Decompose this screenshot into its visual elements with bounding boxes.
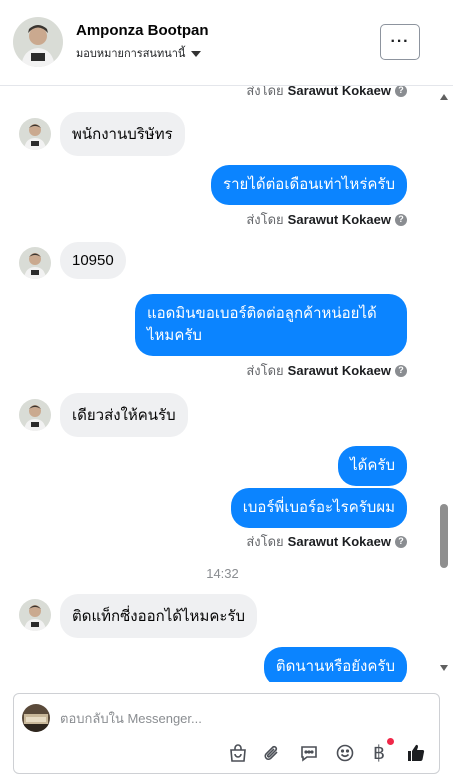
scrollbar-thumb[interactable] [440,504,448,568]
help-icon[interactable]: ? [395,213,407,226]
contact-avatar-small [19,399,51,431]
help-icon[interactable]: ? [395,364,407,377]
assign-conversation-label: มอบหมายการสนทนานี้ [76,48,186,60]
assign-conversation-dropdown[interactable]: มอบหมายการสนทนานี้ [76,44,202,62]
page-avatar [22,704,50,732]
sent-by-label: ส่งโดย Sarawut Kokaew ? [246,86,407,101]
contact-avatar[interactable] [13,17,63,67]
message-thread: ส่งโดย Sarawut Kokaew ? พนักงานบริษัทร ร… [0,86,453,682]
bag-icon[interactable] [227,742,249,764]
conversation-header: Amponza Bootpan มอบหมายการสนทนานี้ ··· [0,0,453,86]
outgoing-message[interactable]: เบอร์พี่เบอร์อะไรครับผม [230,488,407,528]
chat-bubble-icon[interactable] [298,742,320,764]
incoming-message[interactable]: เดียวส่งให้คนรับ [60,393,188,437]
incoming-message[interactable]: 10950 [60,242,126,279]
sent-by-label: ส่งโดย Sarawut Kokaew ? [246,360,407,381]
scroll-down-arrow-icon[interactable] [440,665,448,671]
help-icon[interactable]: ? [395,535,407,548]
scroll-up-arrow-icon[interactable] [440,94,448,100]
contact-name[interactable]: Amponza Bootpan [76,22,209,39]
baht-icon[interactable]: ฿ [368,742,390,764]
sent-by-label: ส่งโดย Sarawut Kokaew ? [246,531,407,552]
caret-down-icon [191,51,202,57]
outgoing-message[interactable]: ติดนานหรือยังครับ [263,647,407,682]
contact-avatar-small [19,118,51,150]
message-timestamp: 14:32 [206,566,239,581]
help-icon[interactable]: ? [395,86,407,97]
sent-by-label: ส่งโดย Sarawut Kokaew ? [246,209,407,230]
outgoing-message[interactable]: แอดมินขอเบอร์ติดต่อลูกค้าหน่อยได้ไหมครับ [135,294,407,356]
more-options-button[interactable]: ··· [380,24,420,60]
notification-dot [387,738,394,745]
reply-input[interactable] [60,706,420,730]
incoming-message[interactable]: พนักงานบริษัทร [60,112,185,156]
contact-avatar-small [19,247,51,279]
thumbs-up-icon[interactable] [405,742,427,764]
paperclip-icon[interactable] [261,742,283,764]
outgoing-message[interactable]: ได้ครับ [338,446,407,486]
incoming-message[interactable]: ติดแท็กซี่งออกได้ไหมคะรับ [60,594,257,638]
outgoing-message[interactable]: รายได้ต่อเดือนเท่าไหร่ครับ [211,165,407,205]
reply-composer: ฿ [13,693,440,774]
contact-avatar-small [19,599,51,631]
emoji-icon[interactable] [334,742,356,764]
thread-scrollbar[interactable] [439,86,449,682]
